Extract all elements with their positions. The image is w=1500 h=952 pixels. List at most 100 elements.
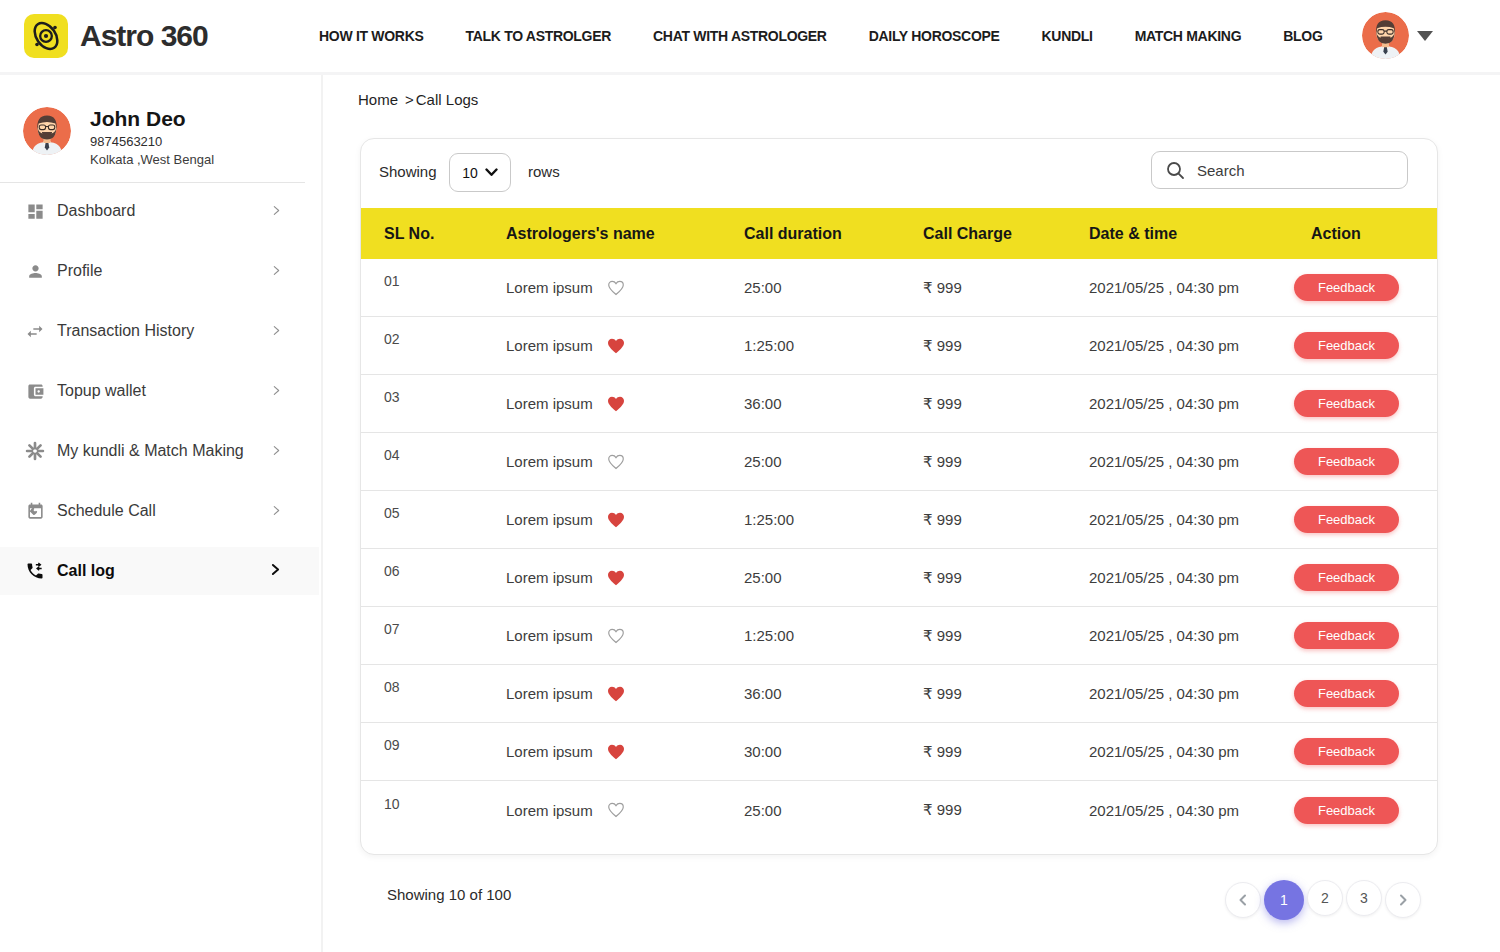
logo-icon — [24, 14, 68, 58]
cell-action: Feedback — [1288, 738, 1438, 765]
heart-outline-icon[interactable] — [607, 454, 625, 470]
user-location: Kolkata ,West Bengal — [90, 152, 214, 167]
feedback-button[interactable]: Feedback — [1294, 448, 1399, 475]
table-row: 04 Lorem ipsum 25:00 ₹ 999 2021/05/25 , … — [361, 433, 1437, 491]
cell-sl-no: 03 — [361, 395, 483, 412]
pagination-next-button[interactable] — [1385, 882, 1421, 918]
column-header-sl-no-: SL No. — [361, 225, 483, 243]
cell-call-duration: 1:25:00 — [721, 511, 900, 528]
pagination-prev-button[interactable] — [1225, 882, 1261, 918]
cell-sl-no: 01 — [361, 279, 483, 296]
pagination-page-3[interactable]: 3 — [1346, 880, 1382, 916]
heart-filled-icon[interactable] — [607, 338, 625, 354]
table-row: 05 Lorem ipsum 1:25:00 ₹ 999 2021/05/25 … — [361, 491, 1437, 549]
sidebar-item-dashboard[interactable]: Dashboard — [0, 181, 319, 241]
breadcrumb-home[interactable]: Home — [358, 91, 398, 108]
chevron-left-icon — [1237, 894, 1249, 906]
cell-call-charge: ₹ 999 — [900, 743, 1066, 761]
sidebar-menu: Dashboard Profile Transaction History To… — [0, 181, 319, 601]
table-header: SL No.Astrologers's nameCall durationCal… — [361, 208, 1437, 259]
pagination-page-2[interactable]: 2 — [1307, 880, 1343, 916]
chevron-right-icon — [271, 442, 282, 460]
cell-astrologer-name: Lorem ipsum — [483, 279, 721, 296]
table-row: 01 Lorem ipsum 25:00 ₹ 999 2021/05/25 , … — [361, 259, 1437, 317]
logo[interactable]: Astro 360 — [24, 14, 208, 58]
avatar — [23, 107, 71, 155]
cell-call-duration: 25:00 — [721, 569, 900, 586]
table-row: 03 Lorem ipsum 36:00 ₹ 999 2021/05/25 , … — [361, 375, 1437, 433]
cell-call-charge: ₹ 999 — [900, 511, 1066, 529]
feedback-button[interactable]: Feedback — [1294, 390, 1399, 417]
feedback-button[interactable]: Feedback — [1294, 738, 1399, 765]
astrologer-name: Lorem ipsum — [506, 511, 593, 528]
feedback-button[interactable]: Feedback — [1294, 797, 1399, 824]
nav-talk-to-astrolger[interactable]: TALK TO ASTROLGER — [466, 28, 612, 44]
heart-outline-icon[interactable] — [607, 280, 625, 296]
cell-astrologer-name: Lorem ipsum — [483, 453, 721, 470]
cell-date-time: 2021/05/25 , 04:30 pm — [1066, 627, 1288, 644]
feedback-button[interactable]: Feedback — [1294, 622, 1399, 649]
nav-match-making[interactable]: MATCH MAKING — [1135, 28, 1242, 44]
sidebar-item-label: Topup wallet — [57, 382, 146, 400]
rows-per-page-select[interactable]: 10 — [449, 153, 511, 192]
feedback-button[interactable]: Feedback — [1294, 274, 1399, 301]
feedback-button[interactable]: Feedback — [1294, 564, 1399, 591]
search-input[interactable] — [1197, 162, 1377, 179]
heart-outline-icon[interactable] — [607, 628, 625, 644]
feedback-button[interactable]: Feedback — [1294, 506, 1399, 533]
sidebar-item-profile[interactable]: Profile — [0, 241, 319, 301]
user-card: John Deo 9874563210 Kolkata ,West Bengal — [23, 107, 214, 167]
feedback-button[interactable]: Feedback — [1294, 680, 1399, 707]
search-box — [1151, 151, 1408, 189]
chevron-right-icon — [269, 562, 282, 580]
heart-filled-icon[interactable] — [607, 744, 625, 760]
chevron-down-icon[interactable] — [1417, 31, 1433, 41]
table-row: 06 Lorem ipsum 25:00 ₹ 999 2021/05/25 , … — [361, 549, 1437, 607]
main-content: Home>Call Logs Showing 10 rows SL No.Ast… — [321, 72, 1500, 952]
cell-call-duration: 25:00 — [721, 802, 900, 819]
cell-call-duration: 25:00 — [721, 279, 900, 296]
heart-filled-icon[interactable] — [607, 686, 625, 702]
astrologer-name: Lorem ipsum — [506, 453, 593, 470]
cell-date-time: 2021/05/25 , 04:30 pm — [1066, 337, 1288, 354]
cell-sl-no: 02 — [361, 337, 483, 354]
cell-call-charge: ₹ 999 — [900, 569, 1066, 587]
cell-call-charge: ₹ 999 — [900, 685, 1066, 703]
sidebar-item-schedule-call[interactable]: Schedule Call — [0, 481, 319, 541]
table-body: 01 Lorem ipsum 25:00 ₹ 999 2021/05/25 , … — [361, 259, 1437, 855]
user-phone: 9874563210 — [90, 134, 214, 149]
showing-label: Showing — [379, 163, 437, 180]
cell-date-time: 2021/05/25 , 04:30 pm — [1066, 569, 1288, 586]
heart-filled-icon[interactable] — [607, 396, 625, 412]
heart-filled-icon[interactable] — [607, 512, 625, 528]
call-logs-card: Showing 10 rows SL No.Astrologers's name… — [360, 138, 1438, 855]
nav-blog[interactable]: BLOG — [1283, 28, 1322, 44]
table-row: 10 Lorem ipsum 25:00 ₹ 999 2021/05/25 , … — [361, 781, 1437, 855]
transaction-history-icon — [25, 321, 45, 341]
column-header-call-duration: Call duration — [721, 225, 900, 243]
top-header: Astro 360 HOW IT WORKS TALK TO ASTROLGER C… — [0, 0, 1500, 72]
astrologer-name: Lorem ipsum — [506, 802, 593, 819]
sidebar-item-my-kundli-match-making[interactable]: My kundli & Match Making — [0, 421, 319, 481]
profile-icon — [25, 261, 45, 281]
cell-call-duration: 25:00 — [721, 453, 900, 470]
pagination-page-1[interactable]: 1 — [1264, 880, 1304, 920]
heart-outline-icon[interactable] — [607, 802, 625, 818]
nav-kundli[interactable]: KUNDLI — [1042, 28, 1093, 44]
heart-filled-icon[interactable] — [607, 570, 625, 586]
cell-date-time: 2021/05/25 , 04:30 pm — [1066, 453, 1288, 470]
nav-chat-with-astrologer[interactable]: CHAT WITH ASTROLOGER — [653, 28, 827, 44]
feedback-button[interactable]: Feedback — [1294, 332, 1399, 359]
cell-call-charge: ₹ 999 — [900, 801, 1066, 819]
chevron-right-icon — [1397, 894, 1409, 906]
sidebar-item-transaction-history[interactable]: Transaction History — [0, 301, 319, 361]
cell-date-time: 2021/05/25 , 04:30 pm — [1066, 279, 1288, 296]
astrologer-name: Lorem ipsum — [506, 395, 593, 412]
sidebar-item-call-log[interactable]: Call log — [0, 547, 319, 595]
nav-daily-horoscope[interactable]: DAILY HOROSCOPE — [869, 28, 1000, 44]
header-avatar[interactable] — [1362, 12, 1409, 59]
nav-how-it-works[interactable]: HOW IT WORKS — [319, 28, 424, 44]
cell-action: Feedback — [1288, 448, 1438, 475]
sidebar-item-topup-wallet[interactable]: Topup wallet — [0, 361, 319, 421]
table-row: 08 Lorem ipsum 36:00 ₹ 999 2021/05/25 , … — [361, 665, 1437, 723]
